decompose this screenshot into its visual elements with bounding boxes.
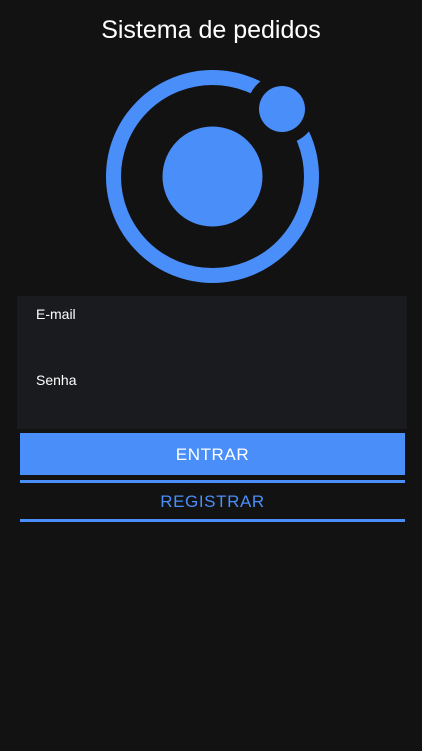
page-title: Sistema de pedidos xyxy=(101,16,321,44)
password-input[interactable] xyxy=(36,392,396,420)
ionic-logo-icon xyxy=(106,70,319,283)
login-page: Sistema de pedidos E-mail Senha ENTRAR R… xyxy=(0,0,422,751)
email-field: E-mail xyxy=(17,296,407,362)
email-input[interactable] xyxy=(36,326,396,354)
register-button[interactable]: REGISTRAR xyxy=(20,480,405,522)
email-label: E-mail xyxy=(36,306,76,322)
login-form: E-mail Senha xyxy=(17,296,407,429)
password-field: Senha xyxy=(17,362,407,428)
password-label: Senha xyxy=(36,372,77,388)
login-button[interactable]: ENTRAR xyxy=(20,433,405,475)
